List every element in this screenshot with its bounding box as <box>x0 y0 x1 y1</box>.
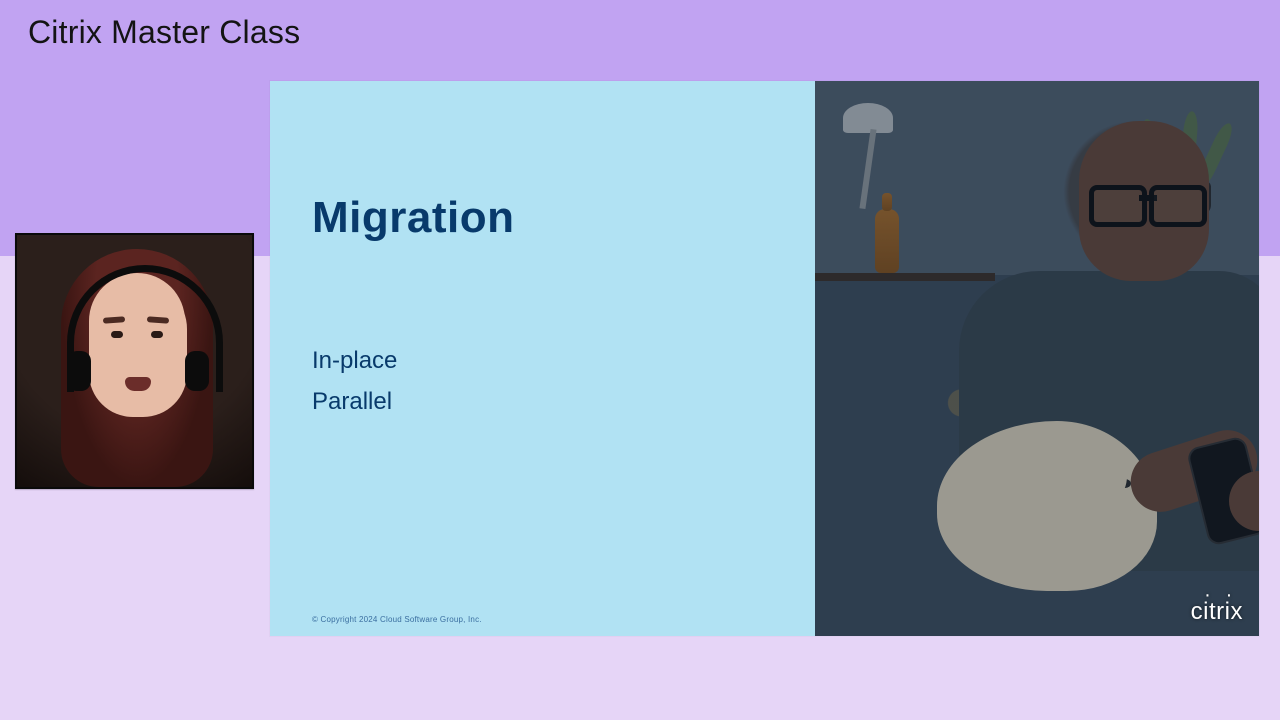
video-frame: Citrix Master Class Migration In-place P… <box>0 0 1280 720</box>
slide-bullets: In-place Parallel <box>312 341 397 423</box>
bottle-icon <box>875 209 899 273</box>
slide-copyright: © Copyright 2024 Cloud Software Group, I… <box>312 615 482 624</box>
page-title: Citrix Master Class <box>28 14 300 51</box>
presenter-webcam <box>15 233 254 489</box>
presentation-slide: Migration In-place Parallel © Copyright … <box>270 81 1259 636</box>
dog-figure <box>937 421 1157 591</box>
brand-logo: citrix <box>1191 598 1243 626</box>
slide-title: Migration <box>312 193 514 243</box>
slide-photo: citrix <box>815 81 1259 636</box>
photo-scene <box>815 81 1259 636</box>
slide-bullet: In-place <box>312 341 397 382</box>
person-figure <box>929 141 1259 636</box>
lamp-icon <box>833 93 913 213</box>
slide-bullet: Parallel <box>312 382 397 423</box>
slide-content-panel: Migration In-place Parallel © Copyright … <box>270 81 815 636</box>
